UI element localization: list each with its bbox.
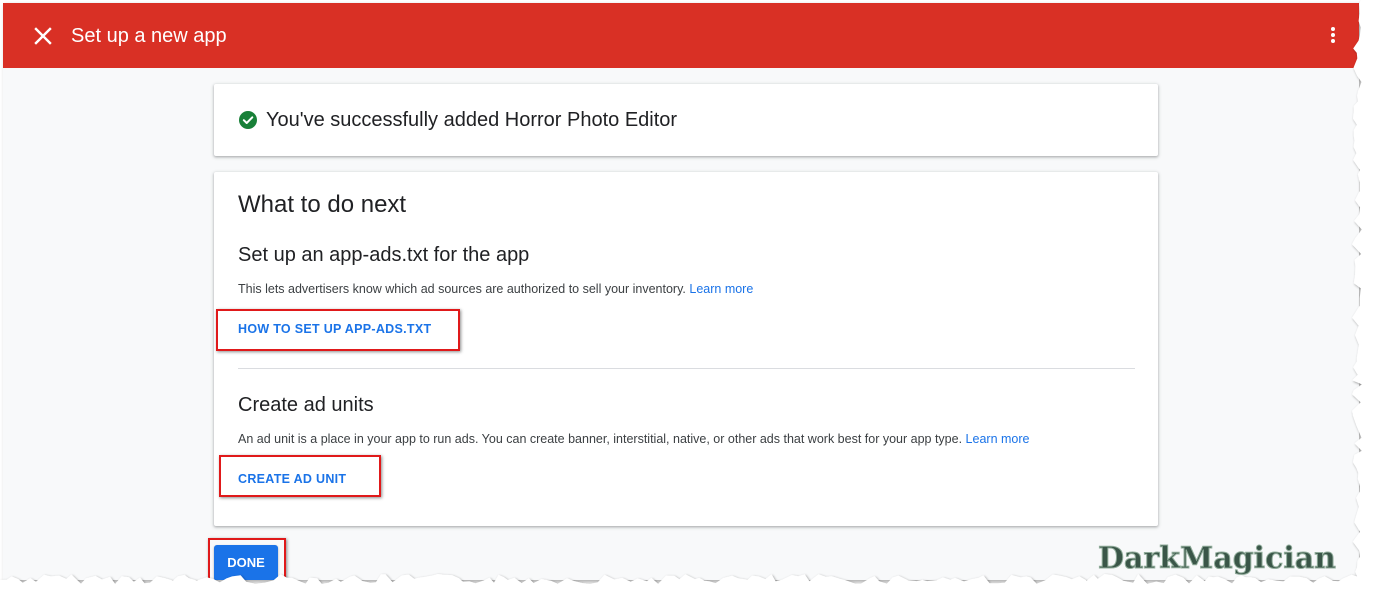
check-circle-icon (239, 111, 257, 129)
ad-units-description-text: An ad unit is a place in your app to run… (238, 432, 963, 446)
watermark-text: DarkMagician (1098, 541, 1336, 576)
app-window: Set up a new app You've successfully add… (3, 3, 1359, 580)
success-card: You've successfully added Horror Photo E… (214, 84, 1158, 156)
close-button[interactable] (31, 24, 55, 48)
app-ads-learn-more-link[interactable]: Learn more (689, 282, 753, 296)
highlight-box-app-ads (216, 309, 460, 351)
app-ads-description: This lets advertisers know which ad sour… (238, 280, 753, 298)
watermark-logo: DarkMagician (1098, 541, 1337, 577)
header-bar: Set up a new app (3, 3, 1359, 68)
divider (238, 368, 1135, 369)
more-options-button[interactable] (1325, 23, 1341, 47)
ad-units-description: An ad unit is a place in your app to run… (238, 430, 1029, 448)
page-title: Set up a new app (71, 25, 227, 47)
close-icon[interactable] (31, 24, 55, 48)
highlight-box-create-ad-unit (219, 455, 381, 497)
next-steps-heading: What to do next (238, 191, 407, 218)
app-ads-title: Set up an app-ads.txt for the app (238, 244, 530, 266)
app-ads-description-text: This lets advertisers know which ad sour… (238, 282, 686, 296)
highlight-box-done (208, 538, 286, 587)
ad-units-title: Create ad units (238, 394, 374, 416)
more-vert-icon[interactable] (1325, 23, 1341, 47)
success-message: You've successfully added Horror Photo E… (266, 109, 678, 131)
ad-units-learn-more-link[interactable]: Learn more (966, 432, 1030, 446)
